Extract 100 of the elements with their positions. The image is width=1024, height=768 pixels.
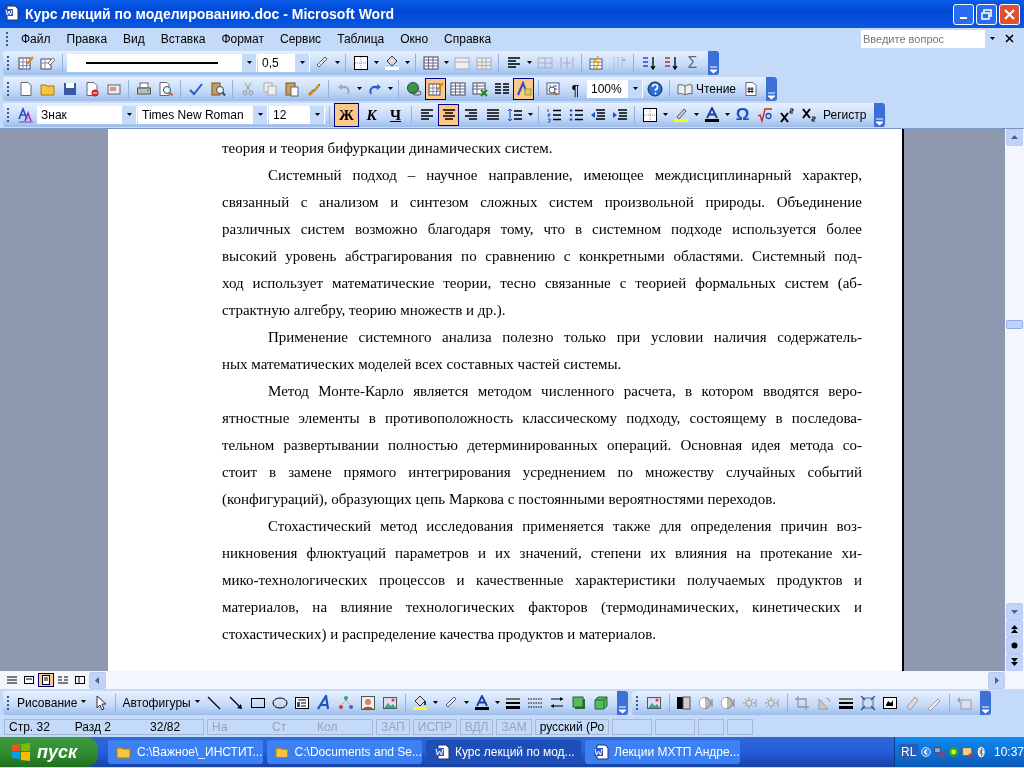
symbol-button[interactable]: Ω — [732, 104, 753, 126]
split-cells-icon[interactable] — [475, 55, 492, 71]
sort-ascending-icon[interactable] — [640, 55, 657, 71]
scroll-down-button[interactable] — [1006, 603, 1023, 620]
subscript-icon[interactable] — [800, 107, 817, 123]
next-page-button[interactable] — [1006, 654, 1023, 671]
save-icon[interactable] — [61, 81, 78, 97]
picture-icon[interactable] — [382, 695, 399, 711]
scroll-right-button[interactable] — [988, 671, 1005, 689]
font-color-icon[interactable] — [474, 695, 491, 711]
underline-button[interactable]: Ч — [384, 104, 407, 126]
more-contrast-icon[interactable] — [698, 695, 715, 711]
table-autoformat-icon[interactable] — [588, 55, 605, 71]
toolbar-grip[interactable] — [7, 695, 10, 711]
close-button[interactable] — [999, 3, 1020, 25]
autosum-button[interactable]: Σ — [682, 52, 703, 74]
dash-style-icon[interactable] — [527, 695, 544, 711]
line-spacing-icon[interactable] — [506, 107, 523, 123]
help-icon[interactable] — [646, 81, 663, 97]
web-layout-button[interactable] — [21, 673, 37, 687]
help-search-box[interactable]: Введите вопрос — [861, 30, 999, 48]
scroll-thumb[interactable] — [1006, 320, 1023, 329]
zoom-dropdown[interactable]: 100% — [587, 80, 643, 98]
bold-button[interactable]: Ж — [334, 103, 359, 127]
rectangle-icon[interactable] — [250, 695, 267, 711]
change-case-button[interactable]: Регистр — [820, 104, 870, 126]
menu-item[interactable]: Формат — [213, 30, 273, 48]
insert-picture-icon[interactable] — [646, 695, 663, 711]
border-icon[interactable] — [352, 55, 369, 71]
arrow-icon[interactable] — [228, 695, 245, 711]
3d-icon[interactable] — [593, 695, 610, 711]
taskbar-button[interactable]: C:\Важное\_ИНСТИТ... — [108, 740, 263, 764]
text-box-icon[interactable] — [294, 695, 311, 711]
line-color-icon[interactable] — [443, 695, 460, 711]
eraser-icon[interactable] — [39, 55, 56, 71]
shadow-icon[interactable] — [571, 695, 588, 711]
book-icon[interactable] — [677, 81, 693, 97]
style-dropdown[interactable]: Знак — [37, 106, 137, 124]
normal-view-button[interactable] — [4, 673, 20, 687]
toolbar-grip[interactable] — [635, 695, 639, 711]
toolbar-grip[interactable] — [7, 107, 10, 123]
toolbar-grip[interactable] — [7, 81, 10, 97]
taskbar-button[interactable]: C:\Documents and Se... — [267, 740, 422, 764]
format-painter-icon[interactable] — [305, 81, 322, 97]
text-wrapping-icon[interactable] — [882, 695, 899, 711]
taskbar-button[interactable]: Лекции МХТП Андре... — [585, 740, 740, 764]
toolbar-options-button[interactable] — [874, 103, 886, 127]
clip-art-icon[interactable] — [360, 695, 377, 711]
menu-item[interactable]: Таблица — [329, 30, 393, 48]
increase-indent-icon[interactable] — [611, 107, 628, 123]
spelling-check-icon[interactable] — [187, 81, 204, 97]
font-size-dropdown[interactable]: 12 — [269, 106, 325, 124]
menu-item[interactable]: Сервис — [272, 30, 330, 48]
printer-icon[interactable] — [135, 81, 152, 97]
menu-item[interactable]: Правка — [58, 30, 116, 48]
drawing-menu[interactable]: Рисование — [15, 692, 90, 714]
outline-view-button[interactable] — [55, 673, 71, 687]
toolbar-options-button[interactable] — [766, 77, 778, 101]
sort-descending-icon[interactable] — [662, 55, 679, 71]
align-icon[interactable] — [505, 55, 522, 71]
styles-icon[interactable] — [17, 107, 34, 123]
page-number-icon[interactable] — [742, 81, 759, 97]
superscript-icon[interactable] — [778, 107, 795, 123]
columns-icon[interactable] — [493, 81, 510, 97]
show-hidden-icons-button[interactable] — [921, 745, 932, 759]
diagram-icon[interactable] — [338, 695, 355, 711]
italic-button[interactable]: К — [360, 104, 383, 126]
insert-table-icon[interactable] — [422, 55, 439, 71]
decrease-indent-icon[interactable] — [589, 107, 606, 123]
bulleted-list-icon[interactable] — [567, 107, 584, 123]
menu-item[interactable]: Вставка — [152, 30, 214, 48]
previous-page-button[interactable] — [1006, 620, 1023, 637]
scroll-up-button[interactable] — [1006, 129, 1023, 146]
line-style-dropdown[interactable] — [67, 54, 257, 72]
vertical-scrollbar[interactable] — [1005, 129, 1024, 671]
line-style-icon[interactable] — [505, 695, 522, 711]
merge-cells-icon[interactable] — [453, 55, 470, 71]
less-contrast-icon[interactable] — [720, 695, 737, 711]
document-map-icon[interactable] — [545, 81, 562, 97]
menu-item[interactable]: Справка — [436, 30, 500, 48]
print-preview-icon[interactable] — [157, 81, 174, 97]
font-color-icon[interactable] — [703, 107, 720, 123]
start-button[interactable]: пуск — [0, 737, 98, 767]
draw-table-icon[interactable] — [17, 55, 34, 71]
research-icon[interactable] — [209, 81, 226, 97]
border-icon[interactable] — [641, 107, 658, 123]
font-dropdown[interactable]: Times New Roman — [138, 106, 268, 124]
insert-spreadsheet-icon[interactable] — [471, 81, 488, 97]
shading-icon[interactable] — [383, 55, 400, 71]
ellipse-icon[interactable] — [272, 695, 289, 711]
insert-table-icon[interactable] — [449, 81, 466, 97]
show-formatting-button[interactable]: ¶ — [565, 78, 586, 100]
fill-color-icon[interactable] — [412, 695, 429, 711]
picture-error-icon[interactable] — [962, 744, 974, 760]
network-disconnected-icon[interactable] — [934, 744, 946, 760]
highlighter-icon[interactable] — [672, 107, 689, 123]
toolbar-grip[interactable] — [7, 55, 10, 71]
bluetooth-icon[interactable] — [976, 744, 985, 760]
taskbar-button[interactable]: Курс лекций по мод... — [426, 740, 581, 764]
reading-layout-button[interactable] — [72, 673, 88, 687]
